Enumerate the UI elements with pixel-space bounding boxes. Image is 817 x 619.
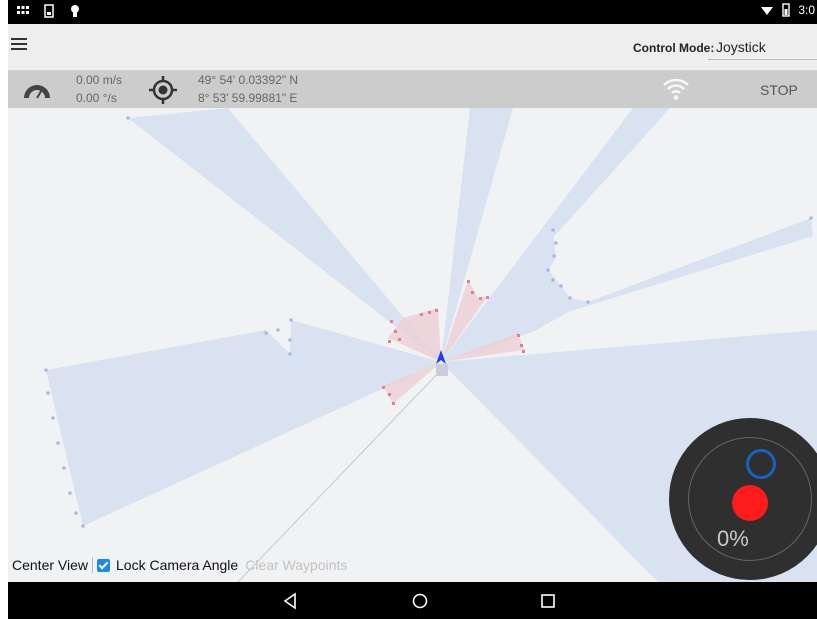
scan-wedge-left — [46, 320, 441, 526]
sd-card-icon — [44, 4, 54, 18]
android-icon — [71, 5, 79, 17]
robot-footprint — [436, 364, 448, 376]
status-bar: 3:0 — [8, 0, 817, 24]
recents-icon[interactable] — [538, 591, 558, 611]
home-icon[interactable] — [410, 591, 430, 611]
wifi-icon — [761, 7, 774, 15]
control-mode-select[interactable]: Joystick — [708, 34, 817, 60]
grid-icon — [17, 6, 29, 14]
lock-camera-checkbox[interactable] — [97, 558, 111, 572]
joystick[interactable]: 0% — [669, 418, 817, 580]
app-bar: Control Mode: Joystick — [8, 24, 817, 71]
hamburger-menu-icon[interactable] — [11, 38, 29, 54]
gps-target-icon — [149, 76, 177, 104]
battery-icon — [782, 3, 791, 17]
map-controls: Center View Lock Camera Angle Clear Wayp… — [12, 555, 347, 575]
back-icon[interactable] — [281, 591, 301, 611]
system-nav-bar — [8, 582, 817, 619]
wifi-signal-icon — [663, 78, 689, 100]
latitude: 49° 54' 0.03392" N — [198, 73, 299, 87]
scan-wedge-top-left — [128, 108, 441, 362]
stop-button[interactable]: STOP — [760, 82, 798, 98]
joystick-target-icon — [746, 449, 776, 479]
joystick-percent: 0% — [717, 526, 749, 551]
lock-camera-label[interactable]: Lock Camera Angle — [116, 557, 238, 573]
clear-waypoints-button[interactable]: Clear Waypoints — [245, 557, 347, 573]
app-window: 3:0 Control Mode: Joystick 0.00 m/s 0.00… — [8, 0, 817, 619]
telemetry-bar: 0.00 m/s 0.00 °/s 49° 54' 0.03392" N 8° … — [8, 71, 817, 108]
divider — [92, 557, 94, 573]
angular-speed: 0.00 °/s — [76, 91, 117, 105]
linear-speed: 0.00 m/s — [76, 73, 123, 87]
status-time: 3:0 — [798, 3, 815, 17]
speedometer-icon — [24, 85, 50, 99]
center-view-button[interactable]: Center View — [12, 557, 88, 573]
longitude: 8° 53' 59.99881" E — [198, 91, 298, 105]
joystick-knob[interactable] — [732, 485, 768, 521]
control-mode-label: Control Mode: — [633, 41, 715, 55]
